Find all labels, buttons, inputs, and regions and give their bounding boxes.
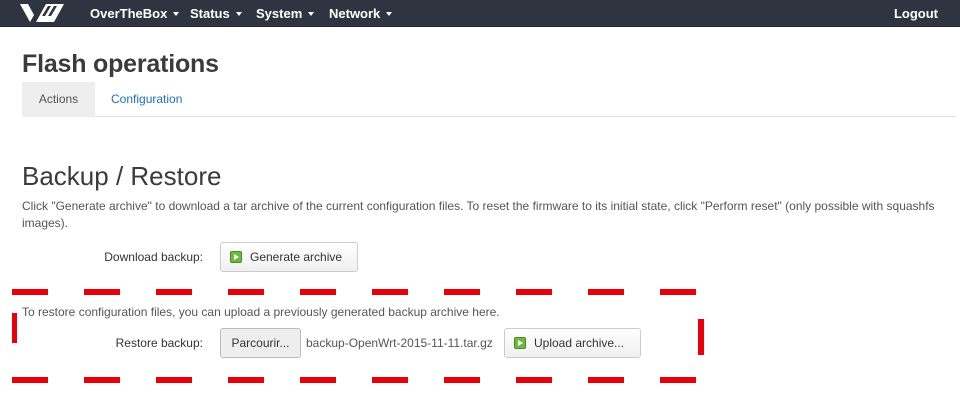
upload-archive-button[interactable]: Upload archive... [504, 328, 641, 358]
nav-menu-overthebox-label: OverTheBox [90, 6, 168, 21]
restore-instructions: To restore configuration files, you can … [22, 305, 500, 319]
chevron-down-icon [386, 11, 393, 16]
chevron-down-icon [308, 11, 315, 16]
tab-actions[interactable]: Actions [22, 82, 95, 117]
generate-archive-button[interactable]: Generate archive [220, 242, 358, 272]
restore-backup-label: Restore backup: [115, 336, 203, 350]
nav-menu-status-label: Status [190, 6, 230, 21]
chevron-down-icon [173, 11, 180, 16]
nav-menu-system[interactable]: System [256, 0, 315, 27]
page-title: Flash operations [22, 50, 219, 78]
browse-file-button[interactable]: Parcourir... [220, 328, 301, 358]
tab-bar: Actions Configuration [22, 82, 956, 117]
selected-file-name: backup-OpenWrt-2015-11-11.tar.gz [306, 336, 493, 350]
download-backup-label: Download backup: [104, 250, 203, 264]
nav-menu-overthebox[interactable]: OverTheBox [90, 0, 180, 27]
nav-menu-status[interactable]: Status [190, 0, 242, 27]
logout-link[interactable]: Logout [894, 0, 938, 27]
chevron-down-icon [235, 11, 242, 16]
upload-archive-button-label: Upload archive... [534, 336, 625, 350]
section-description: Click "Generate archive" to download a t… [22, 199, 935, 230]
play-icon [230, 251, 242, 263]
section-title: Backup / Restore [22, 161, 222, 191]
nav-menu-system-label: System [256, 6, 303, 21]
top-navbar: OverTheBox Status System Network Logout [0, 0, 960, 27]
nav-menu-network[interactable]: Network [329, 0, 393, 27]
generate-archive-button-label: Generate archive [250, 250, 343, 264]
nav-menu-network-label: Network [329, 6, 381, 21]
tab-configuration[interactable]: Configuration [95, 82, 198, 117]
ovh-logo[interactable] [20, 2, 64, 24]
play-icon [514, 337, 526, 349]
